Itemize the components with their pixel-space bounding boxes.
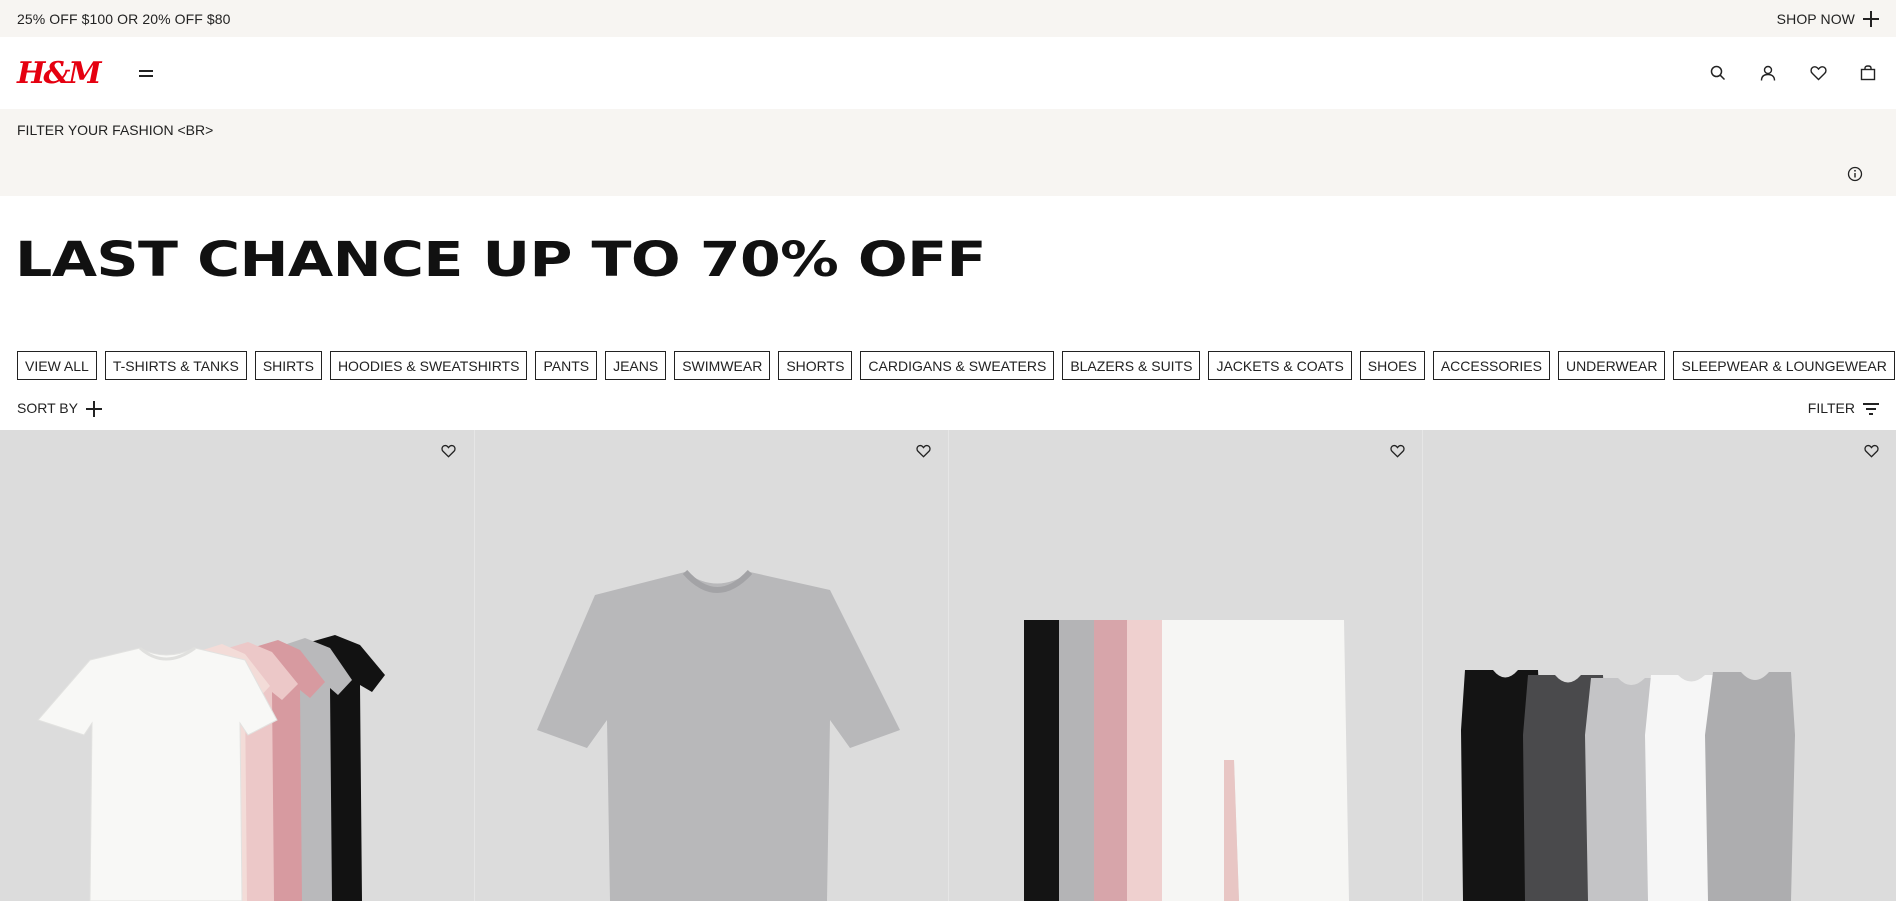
filter-label: FILTER xyxy=(1807,400,1855,416)
shop-now-button[interactable]: SHOP NOW xyxy=(1776,10,1879,27)
site-header: H&M xyxy=(0,37,1896,109)
product-image xyxy=(0,430,474,901)
category-chip[interactable]: CARDIGANS & SWEATERS xyxy=(860,351,1055,380)
heart-icon[interactable] xyxy=(913,441,933,461)
plus-icon xyxy=(1863,10,1879,27)
filter-banner-text: FILTER YOUR FASHION <BR> xyxy=(17,122,214,138)
info-icon[interactable] xyxy=(1847,166,1863,182)
bag-icon[interactable] xyxy=(1857,62,1879,84)
promo-text: 25% OFF $100 OR 20% OFF $80 xyxy=(17,10,231,27)
heart-icon[interactable] xyxy=(438,441,458,461)
page-title: LAST CHANCE UP TO 70% OFF xyxy=(15,232,987,288)
product-image xyxy=(475,430,948,901)
plus-icon xyxy=(85,401,102,417)
category-chip[interactable]: SHORTS xyxy=(778,351,853,380)
header-actions xyxy=(1707,62,1879,84)
category-chip[interactable]: JACKETS & COATS xyxy=(1208,351,1352,380)
product-grid xyxy=(0,430,1896,901)
search-icon[interactable] xyxy=(1707,62,1729,84)
category-chip[interactable]: SWIMWEAR xyxy=(674,351,771,380)
heart-icon[interactable] xyxy=(1807,62,1829,84)
filter-button[interactable]: FILTER xyxy=(1808,400,1879,416)
filter-banner: FILTER YOUR FASHION <BR> xyxy=(0,109,1896,196)
category-chip[interactable]: HOODIES & SWEATSHIRTS xyxy=(329,351,528,380)
heart-icon[interactable] xyxy=(1387,441,1407,461)
category-chip[interactable]: BLAZERS & SUITS xyxy=(1062,351,1201,380)
product-image xyxy=(1423,430,1896,901)
category-chip[interactable]: T-SHIRTS & TANKS xyxy=(104,351,247,380)
category-chip[interactable]: JEANS xyxy=(605,351,667,380)
sort-by-label: SORT BY xyxy=(17,400,78,416)
sort-by-button[interactable]: SORT BY xyxy=(17,400,102,417)
filter-icon xyxy=(1863,401,1879,415)
promo-bar: 25% OFF $100 OR 20% OFF $80 SHOP NOW xyxy=(0,0,1896,37)
product-image xyxy=(949,430,1422,901)
hm-logo[interactable]: H&M xyxy=(17,56,137,91)
sort-filter-row: SORT BY FILTER xyxy=(0,396,1896,420)
category-chip[interactable]: UNDERWEAR xyxy=(1557,351,1666,380)
category-chip[interactable]: PANTS xyxy=(535,351,598,380)
category-chip[interactable]: SLEEPWEAR & LOUNGEWEAR xyxy=(1673,351,1895,380)
category-chips: VIEW ALL T-SHIRTS & TANKS SHIRTS HOODIES & … xyxy=(17,351,1896,381)
shop-now-label: SHOP NOW xyxy=(1776,10,1855,27)
account-icon[interactable] xyxy=(1757,62,1779,84)
product-card[interactable] xyxy=(948,430,1422,901)
category-chip[interactable]: VIEW ALL xyxy=(17,351,97,380)
menu-icon[interactable] xyxy=(137,66,157,80)
category-chip[interactable]: SHIRTS xyxy=(254,351,322,380)
category-chip[interactable]: SHOES xyxy=(1359,351,1425,380)
product-card[interactable] xyxy=(0,430,474,901)
category-chip[interactable]: ACCESSORIES xyxy=(1432,351,1550,380)
product-card[interactable] xyxy=(474,430,948,901)
heart-icon[interactable] xyxy=(1861,441,1881,461)
product-card[interactable] xyxy=(1422,430,1896,901)
